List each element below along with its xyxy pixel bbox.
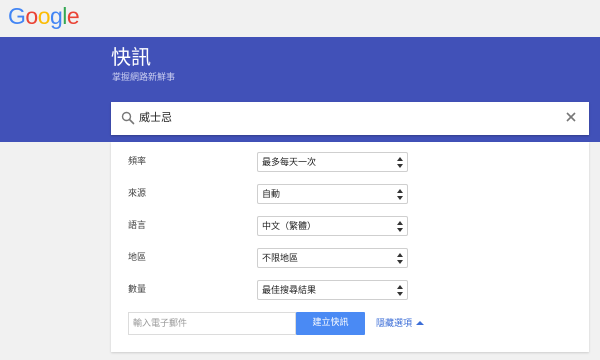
create-alert-button[interactable]: 建立快訊 xyxy=(296,312,365,335)
page-title: 快訊 xyxy=(111,45,151,69)
options-panel: 頻率 最多每天一次 來源 自動 語言 中文（繁體） 地區 不限地區 數量 最佳搜… xyxy=(111,142,589,352)
option-label: 數量 xyxy=(128,285,147,295)
option-label: 頻率 xyxy=(128,157,147,167)
select-arrows-icon xyxy=(397,157,403,168)
logo-letter: G xyxy=(8,3,26,29)
option-label: 地區 xyxy=(128,253,147,263)
search-value[interactable]: 威士忌 xyxy=(139,111,172,125)
logo-letter: o xyxy=(37,3,51,29)
select-arrows-icon xyxy=(397,221,403,232)
option-row-quantity: 數量 最佳搜尋結果 xyxy=(111,280,589,300)
select-value: 最佳搜尋結果 xyxy=(262,286,317,296)
select-arrows-icon xyxy=(397,285,403,296)
select-value: 自動 xyxy=(262,190,281,200)
region-select[interactable]: 不限地區 xyxy=(257,248,408,268)
language-select[interactable]: 中文（繁體） xyxy=(257,216,408,236)
page-subtitle: 掌握網路新鮮事 xyxy=(112,73,176,83)
search-icon xyxy=(121,111,135,125)
google-logo[interactable]: Google xyxy=(8,3,80,29)
select-value: 中文（繁體） xyxy=(262,222,317,232)
logo-letter: g xyxy=(49,3,63,29)
source-select[interactable]: 自動 xyxy=(257,184,408,204)
select-value: 不限地區 xyxy=(262,254,299,264)
select-value: 最多每天一次 xyxy=(262,158,317,168)
option-row-language: 語言 中文（繁體） xyxy=(111,216,589,236)
caret-up-icon[interactable] xyxy=(416,320,424,326)
close-icon[interactable] xyxy=(563,109,579,125)
email-field[interactable]: 輸入電子郵件 xyxy=(128,312,296,335)
search-input[interactable]: 威士忌 xyxy=(111,102,589,135)
option-row-source: 來源 自動 xyxy=(111,184,589,204)
frequency-select[interactable]: 最多每天一次 xyxy=(257,152,408,172)
option-label: 來源 xyxy=(128,189,147,199)
hide-options-link[interactable]: 隱藏選項 xyxy=(376,318,412,330)
select-arrows-icon xyxy=(397,253,403,264)
top-bar: Google xyxy=(0,0,600,37)
option-label: 語言 xyxy=(128,221,147,231)
option-row-frequency: 頻率 最多每天一次 xyxy=(111,152,589,172)
quantity-select[interactable]: 最佳搜尋結果 xyxy=(257,280,408,300)
logo-letter: e xyxy=(66,3,80,29)
logo-letter: o xyxy=(25,3,38,29)
option-row-region: 地區 不限地區 xyxy=(111,248,589,268)
select-arrows-icon xyxy=(397,189,403,200)
email-placeholder: 輸入電子郵件 xyxy=(133,319,188,329)
